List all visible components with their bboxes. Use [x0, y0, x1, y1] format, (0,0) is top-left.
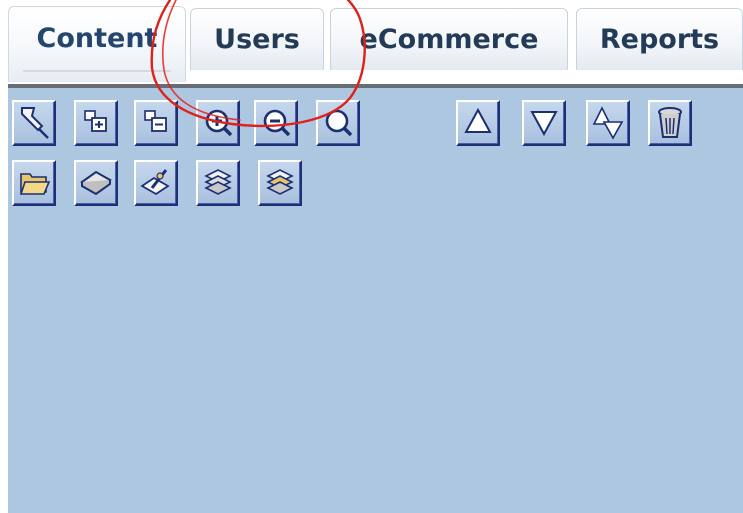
magnifier-button[interactable] [316, 100, 360, 146]
tab-content[interactable]: Content [8, 6, 186, 82]
book-stack-icon [204, 169, 232, 195]
zoom-out-icon [263, 109, 291, 137]
tab-ecommerce-label: eCommerce [359, 24, 539, 55]
book-stack-gold-icon [266, 169, 294, 195]
content-panel [8, 84, 743, 513]
move-down-button[interactable] [522, 100, 566, 146]
book-stack-button[interactable] [196, 160, 240, 206]
trash-icon [658, 107, 682, 138]
tab-content-label: Content [36, 23, 158, 54]
open-folder-icon [19, 173, 51, 195]
trash-button[interactable] [648, 100, 692, 146]
tab-reports-label: Reports [599, 24, 720, 55]
tab-users-label: Users [214, 24, 300, 55]
edit-icon [140, 169, 170, 196]
expand-button[interactable] [74, 100, 118, 146]
expand-icon [84, 110, 107, 132]
tab-users[interactable]: Users [190, 8, 324, 70]
tab-bar: Content Users eCommerce Reports [0, 0, 743, 86]
magnifier-icon [325, 109, 353, 137]
collapse-button[interactable] [134, 100, 178, 146]
zoom-in-icon [205, 109, 233, 137]
book-stack-gold-button[interactable] [258, 160, 302, 206]
move-up-icon [464, 107, 492, 133]
zoom-in-button[interactable] [196, 100, 240, 146]
collapse-icon [144, 110, 167, 132]
pin-button[interactable] [12, 100, 56, 146]
move-up-button[interactable] [456, 100, 500, 146]
open-folder-button[interactable] [12, 160, 56, 206]
move-down-icon [530, 111, 558, 137]
sort-button[interactable] [586, 100, 630, 146]
tab-reports[interactable]: Reports [576, 8, 743, 70]
sort-icon [592, 106, 624, 140]
edit-button[interactable] [134, 160, 178, 206]
pin-icon [21, 107, 49, 139]
zoom-out-button[interactable] [254, 100, 298, 146]
book-button[interactable] [74, 160, 118, 206]
tab-ecommerce[interactable]: eCommerce [330, 8, 568, 70]
book-icon [80, 170, 112, 196]
